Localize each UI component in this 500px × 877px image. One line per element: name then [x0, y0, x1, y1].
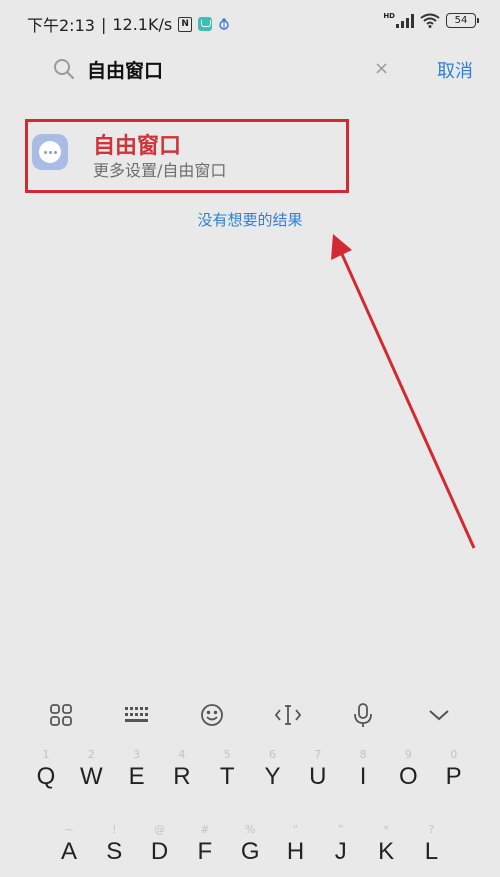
key-hint: @	[154, 823, 166, 836]
key-label: J	[334, 838, 347, 865]
key-w[interactable]: 2W	[69, 748, 113, 792]
key-s[interactable]: ! S	[92, 823, 136, 867]
key-u[interactable]: 7U	[296, 748, 340, 792]
key-a[interactable]: ~ A	[47, 823, 91, 867]
key-label: R	[173, 763, 191, 790]
key-q[interactable]: 1Q	[24, 748, 68, 792]
key-label: H	[286, 838, 305, 865]
key-label: U	[309, 763, 327, 790]
key-hint: 0	[450, 748, 458, 761]
key-h[interactable]: “H	[274, 823, 318, 867]
key-label: E	[128, 763, 145, 790]
key-label: D	[150, 838, 169, 865]
grid-icon[interactable]	[46, 700, 76, 730]
key-g[interactable]: % G	[228, 823, 272, 867]
mic-icon[interactable]	[348, 700, 378, 730]
annotation-arrow	[331, 234, 476, 549]
key-l[interactable]: ? L	[409, 823, 453, 867]
key-hint: 4	[178, 748, 186, 761]
collapse-keyboard-icon[interactable]	[424, 700, 454, 730]
cursor-icon[interactable]	[273, 700, 303, 730]
key-label: A	[60, 838, 77, 865]
key-label: O	[399, 763, 418, 790]
key-hint: ~	[64, 823, 74, 836]
key-hint: !	[112, 823, 117, 836]
key-label: S	[106, 838, 123, 865]
key-hint: 2	[87, 748, 95, 761]
key-hint: *	[383, 823, 389, 836]
key-label: Q	[36, 763, 56, 790]
key-hint: ”	[337, 823, 344, 836]
key-t[interactable]: 5T	[205, 748, 249, 792]
key-hint: ?	[428, 823, 435, 836]
key-hint: “	[292, 823, 299, 836]
key-i[interactable]: 8I	[341, 748, 385, 792]
key-label: W	[79, 763, 103, 790]
key-label: L	[424, 838, 439, 865]
key-hint: 1	[42, 748, 50, 761]
key-label: F	[197, 838, 213, 865]
key-hint: #	[200, 823, 210, 836]
key-hint: 6	[269, 748, 276, 761]
key-d[interactable]: @ D	[138, 823, 182, 867]
key-r[interactable]: 4R	[160, 748, 204, 792]
key-f[interactable]: # F	[183, 823, 227, 867]
key-hint: 5	[223, 748, 231, 761]
key-o[interactable]: 9O	[386, 748, 430, 792]
key-hint: %	[244, 823, 256, 836]
key-label: Y	[264, 763, 281, 790]
key-label: P	[445, 763, 462, 790]
keyboard-icon[interactable]	[122, 700, 152, 730]
key-j[interactable]: ” J	[319, 823, 363, 867]
key-label: T	[219, 763, 235, 790]
key-k[interactable]: * K	[364, 823, 408, 867]
key-label: I	[359, 763, 367, 790]
key-e[interactable]: 3E	[115, 748, 159, 792]
key-hint: 7	[314, 748, 322, 761]
emoji-icon[interactable]	[197, 700, 227, 730]
key-p[interactable]: 0P	[432, 748, 476, 792]
key-hint: 3	[133, 748, 141, 761]
key-label: G	[240, 838, 260, 865]
key-hint: 8	[359, 748, 367, 761]
key-hint: 9	[404, 748, 412, 761]
key-label: K	[378, 838, 395, 865]
key-y[interactable]: 6Y	[251, 748, 295, 792]
